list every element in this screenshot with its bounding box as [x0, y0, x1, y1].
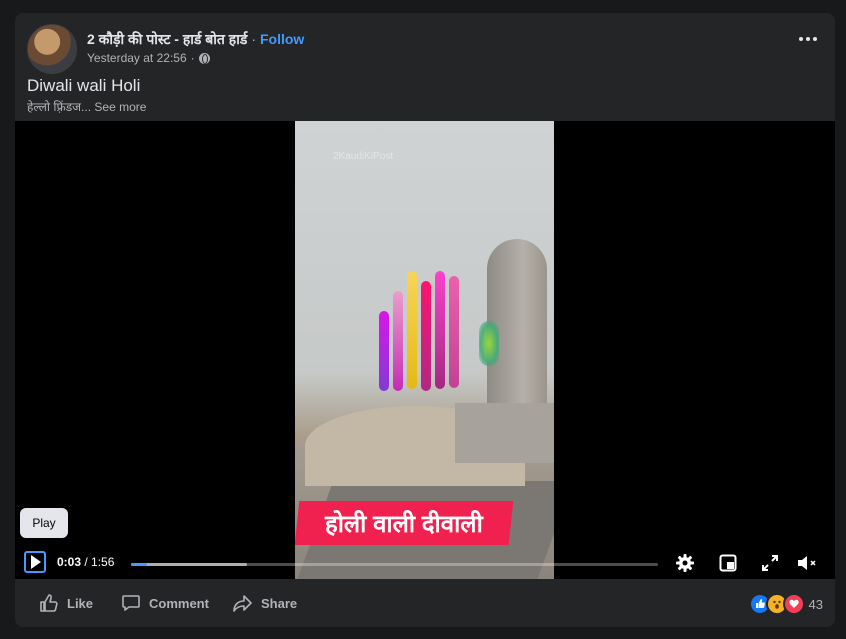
color-burst [379, 311, 389, 391]
see-more-link[interactable]: See more [94, 100, 146, 114]
meta-separator: · [190, 51, 195, 65]
post-description: हेल्लो फ़्रिंडज... See more [27, 98, 146, 115]
like-label: Like [67, 595, 94, 611]
progress-bar[interactable] [131, 563, 658, 566]
video-building-base [455, 403, 554, 463]
time-display: 0:03 / 1:56 [57, 555, 114, 569]
description-preview: हेल्लो फ़्रिंडज... [27, 100, 92, 114]
video-watermark: 2KaudiKiPost [333, 151, 394, 162]
color-burst [449, 276, 459, 388]
video-player[interactable]: 2KaudiKiPost होली वाली दीवाली Play 0:03 … [15, 121, 835, 579]
separator: · [251, 31, 256, 47]
mute-icon[interactable] [797, 552, 819, 574]
picture-in-picture-icon[interactable] [717, 552, 739, 574]
play-icon[interactable] [24, 551, 46, 573]
current-time: 0:03 [57, 555, 82, 569]
share-label: Share [261, 595, 298, 611]
video-controls: 0:03 / 1:56 [15, 545, 835, 579]
comment-icon [122, 595, 140, 611]
follow-button[interactable]: Follow [260, 31, 304, 47]
progress-buffered [131, 563, 247, 566]
video-banner: होली वाली दीवाली [295, 501, 514, 545]
fullscreen-icon[interactable] [759, 552, 781, 574]
settings-icon[interactable] [674, 552, 696, 574]
video-frame: 2KaudiKiPost होली वाली दीवाली [295, 121, 554, 579]
post-timestamp[interactable]: Yesterday at 22:56 [87, 51, 187, 65]
post-actions: Like Comment Share 43 [15, 579, 835, 627]
comment-button[interactable]: Comment [121, 593, 209, 613]
post-meta: Yesterday at 22:56 · [87, 51, 210, 65]
globe-icon [198, 52, 210, 64]
more-options-icon[interactable] [793, 28, 823, 50]
color-burst [421, 281, 431, 391]
share-icon [233, 595, 252, 612]
page-name[interactable]: 2 कौड़ी की पोस्ट - हार्ड बोत हार्ड [87, 31, 247, 47]
duration: 1:56 [91, 555, 115, 569]
post-title: Diwali wali Holi [27, 76, 141, 95]
play-tooltip: Play [20, 508, 68, 538]
progress-played [131, 563, 147, 566]
post-card: 2 कौड़ी की पोस्ट - हार्ड बोत हार्ड · Follo… [15, 13, 835, 627]
reactions-summary[interactable]: 43 [748, 593, 823, 615]
like-button[interactable]: Like [39, 593, 93, 613]
post-header: 2 कौड़ी की पोस्ट - हार्ड बोत हार्ड · Follo… [27, 24, 823, 74]
share-button[interactable]: Share [233, 593, 297, 613]
comment-label: Comment [149, 595, 209, 611]
color-burst [393, 291, 403, 391]
reaction-count[interactable]: 43 [809, 597, 823, 612]
page-name-line: 2 कौड़ी की पोस्ट - हार्ड बोत हार्ड · Follo… [87, 30, 304, 49]
color-burst [407, 271, 417, 389]
video-banner-text: होली वाली दीवाली [325, 510, 483, 538]
time-separator: / [81, 555, 92, 569]
thumbs-up-icon [40, 594, 58, 612]
color-burst [435, 271, 445, 389]
love-reaction-icon [782, 593, 805, 615]
color-burst [479, 321, 499, 366]
page-avatar[interactable] [27, 24, 77, 74]
